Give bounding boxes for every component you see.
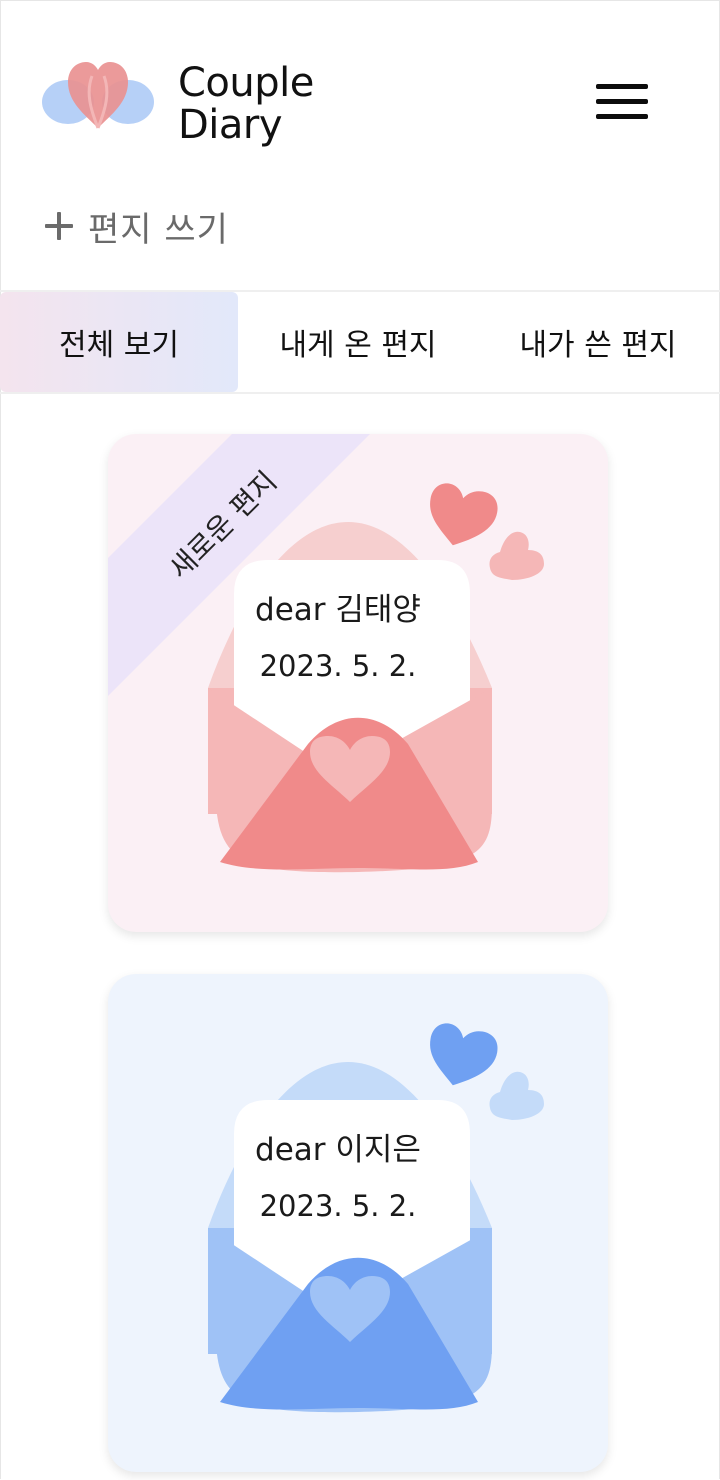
tab-received[interactable]: 내게 온 편지 [238,292,478,392]
letter-filter-tabs: 전체 보기 내게 온 편지 내가 쓴 편지 [0,292,720,392]
letter-date: 2023. 5. 2. [259,649,417,683]
write-letter-button[interactable]: 편지 쓰기 [40,196,229,256]
plus-icon [40,209,74,243]
write-letter-label: 편지 쓰기 [88,209,229,250]
tab-all[interactable]: 전체 보기 [0,292,238,392]
envelope-illustration [108,434,544,873]
hamburger-menu-icon[interactable] [594,82,650,122]
envelope-illustration [208,1023,544,1413]
heart-logo-icon [42,62,154,129]
logo-line-1: Couple [178,60,314,106]
logo-line-2: Diary [178,102,283,148]
letter-date: 2023. 5. 2. [259,1189,417,1223]
app-logo-text: Couple Diary [178,62,314,146]
app-header: Couple Diary [0,0,720,180]
letter-recipient: dear 이지은 [255,1132,421,1168]
letter-card[interactable]: dear 이지은 2023. 5. 2. [108,974,608,1472]
tab-sent[interactable]: 내가 쓴 편지 [478,292,718,392]
letter-card[interactable]: 새로운 편지 dear 김태양 2023. 5. 2. [108,434,608,932]
letter-recipient: dear 김태양 [255,592,421,628]
divider [0,392,720,394]
